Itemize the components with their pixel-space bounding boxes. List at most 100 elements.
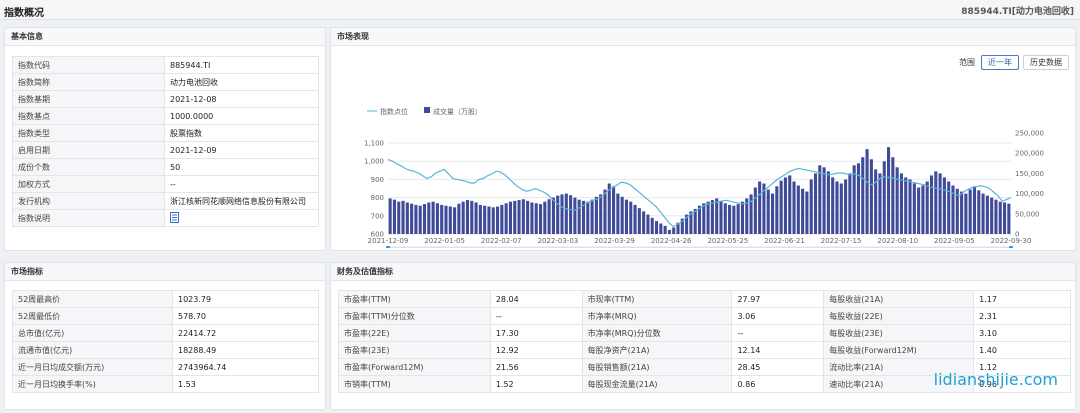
volume-bar: [603, 189, 607, 234]
volume-bar: [663, 225, 667, 234]
index-code-label: 885944.TI[动力电池回收]: [961, 7, 1074, 17]
basic-info-value: [164, 209, 319, 227]
volume-bar: [990, 197, 994, 234]
basic-info-row: 指数简称 动力电池回收: [12, 73, 319, 91]
volume-bar: [496, 206, 500, 234]
indicator-row: 近一月日均换手率(%) 1.53: [12, 375, 319, 393]
volume-bar: [504, 203, 508, 234]
volume-bar: [732, 205, 736, 234]
volume-bar: [779, 180, 783, 234]
market-indicators-table: 52周最高价 1023.79 52周最低价 578.70 总市值(亿元) 22414.72…: [12, 290, 319, 393]
x-tick: 2022-01-05: [424, 237, 465, 245]
finance-key: 每股净资产(21A): [581, 341, 733, 359]
finance-key: 每股销售额(21A): [581, 358, 733, 376]
y-left-tick: 700: [371, 212, 384, 220]
volume-bar: [917, 187, 921, 234]
basic-info-row: 加权方式 --: [12, 175, 319, 193]
x-tick: 2022-09-30: [991, 237, 1032, 245]
volume-bar: [405, 202, 409, 234]
x-tick: 2022-04-26: [651, 237, 692, 245]
market-chart: 指数点位 成交量（万股）6007008009001,0001,100050,000…: [364, 107, 1044, 248]
finance-value: 12.14: [731, 341, 825, 359]
volume-bar: [925, 181, 929, 234]
basic-info-row: 指数类型 股票指数: [12, 124, 319, 142]
volume-bar: [736, 204, 740, 234]
basic-info-key: 启用日期: [12, 141, 165, 159]
volume-bar: [624, 199, 629, 234]
volume-bar: [813, 173, 818, 234]
volume-bar: [710, 200, 714, 234]
volume-bar: [869, 159, 873, 234]
basic-info-key: 指数代码: [12, 56, 165, 74]
finance-key: 市净率(MRQ)分位数: [581, 324, 733, 342]
volume-bar: [994, 199, 998, 234]
volume-bar: [882, 161, 886, 234]
basic-info-key: 指数基期: [12, 90, 165, 108]
basic-info-value: 1000.0000: [164, 107, 319, 125]
range-slider-handle-right[interactable]: [1009, 246, 1013, 248]
finance-key: 市现率(TTM): [581, 290, 733, 308]
finance-value: 17.30: [489, 324, 583, 342]
basic-info-key: 指数简称: [12, 73, 165, 91]
volume-bar: [461, 201, 465, 234]
volume-bar: [500, 204, 504, 234]
volume-bar: [788, 175, 792, 234]
volume-bar: [801, 188, 805, 234]
finance-value: 21.56: [489, 358, 583, 376]
volume-bar: [878, 173, 882, 234]
indicator-row: 总市值(亿元) 22414.72: [12, 324, 319, 342]
y-left-tick: 800: [371, 194, 384, 202]
basic-info-row: 指数代码 885944.TI: [12, 56, 319, 74]
volume-bar: [474, 202, 478, 234]
indicator-value: 18288.49: [172, 341, 319, 359]
basic-info-row: 指数基期 2021-12-08: [12, 90, 319, 108]
volume-bar: [470, 200, 474, 234]
market-performance-panel: 市场表现 范围 近一年 历史数据 指数点位 成交量（万股） 600 700 800 900…: [330, 27, 1076, 251]
volume-bar: [861, 157, 865, 234]
finance-value: 1.52: [489, 375, 583, 393]
volume-bar: [388, 198, 392, 234]
volume-bar: [693, 208, 697, 234]
finance-key: 每股收益(21A): [823, 290, 975, 308]
market-indicators-panel: 市场指标 52周最高价 1023.79 52周最低价 578.70 总市值(亿元) 224…: [4, 262, 326, 410]
basic-info-row: 成份个数 50: [12, 158, 319, 176]
finance-row: 市盈率(TTM)分位数 -- 市净率(MRQ) 3.06 每股收益(22E) 2.31: [338, 307, 1071, 325]
volume-bar: [612, 186, 616, 234]
range-slider-handle-left[interactable]: [386, 246, 390, 248]
volume-bar: [616, 193, 620, 234]
volume-bar: [947, 181, 951, 234]
volume-bar: [672, 227, 676, 234]
volume-bar: [534, 203, 538, 234]
volume-bar: [835, 181, 839, 234]
y-right-tick: 200,000: [1015, 150, 1044, 158]
finance-value: 2.31: [973, 307, 1071, 325]
indicator-key: 流通市值(亿元): [12, 341, 173, 359]
volume-bar: [513, 200, 517, 234]
basic-info-panel: 基本信息 指数代码 885944.TI 指数简称 动力电池回收 指数基期 2021-12-…: [4, 27, 326, 251]
volume-bar: [397, 201, 401, 234]
finance-value: --: [489, 307, 583, 325]
volume-bar: [427, 202, 431, 234]
indicator-value: 22414.72: [172, 324, 319, 342]
market-indicators-heading: 市场指标: [5, 263, 325, 281]
volume-bar: [766, 189, 770, 234]
x-tick: 2022-09-05: [934, 237, 975, 245]
x-tick: 2022-08-10: [877, 237, 918, 245]
document-icon[interactable]: [170, 211, 179, 223]
x-tick: 2022-03-29: [594, 237, 635, 245]
volume-bar: [702, 203, 706, 234]
volume-bar: [972, 186, 977, 234]
volume-bar: [783, 177, 787, 234]
basic-info-heading: 基本信息: [5, 28, 325, 46]
page-title: 指数概况: [4, 8, 44, 19]
finance-row: 市盈率(TTM) 28.04 市现率(TTM) 27.97 每股收益(21A) 1.17: [338, 290, 1071, 308]
volume-bar: [457, 203, 461, 234]
x-tick: 2022-02-07: [481, 237, 522, 245]
volume-bar: [620, 196, 624, 234]
volume-bar: [526, 200, 530, 234]
basic-info-value: 2021-12-08: [164, 90, 319, 108]
volume-bar: [444, 205, 448, 234]
indicator-key: 总市值(亿元): [12, 324, 173, 342]
volume-bar: [697, 205, 702, 234]
finance-key: 市盈率(TTM): [338, 290, 491, 308]
